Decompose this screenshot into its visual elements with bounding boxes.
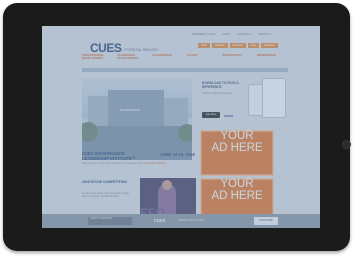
utility-bar: MEMBER LOGIN CART CONTACT SEARCH bbox=[192, 32, 277, 36]
hero-image[interactable]: STANFORD bbox=[82, 78, 192, 160]
utility-link-cart[interactable]: CART bbox=[222, 32, 230, 36]
hero-title[interactable]: CUES GOVERNANCE LEADERSHIP INSTITUTE™ bbox=[82, 151, 136, 161]
orange-nav-faq[interactable]: FAQ bbox=[247, 43, 260, 48]
story-text: Credit unions share their best ideas. Ap… bbox=[82, 192, 129, 198]
orange-nav-join[interactable]: JOIN bbox=[198, 43, 210, 48]
story-title[interactable]: 2018 NTCUE COMPETITION bbox=[82, 180, 132, 185]
utility-link-contact[interactable]: CONTACT bbox=[237, 32, 251, 36]
hero-learn-more-link[interactable]: LEARN MORE » bbox=[148, 162, 167, 165]
tablet-frame: MEMBER LOGIN CART CONTACT SEARCH CUES PO… bbox=[0, 0, 357, 279]
nav-item[interactable]: PROFESSIONAL DEVELOPMENT bbox=[82, 53, 113, 66]
orange-nav: JOIN RENEW EVENTS FAQ SEARCH bbox=[198, 43, 278, 48]
ad-placeholder[interactable]: YOUR AD HERE bbox=[200, 130, 274, 176]
hero-date: JUNE 13-15, 2018 bbox=[160, 152, 195, 157]
footer-logo: cues bbox=[154, 218, 166, 224]
building bbox=[88, 96, 110, 126]
footer-event-calendar[interactable]: EVENT CALENDAR bbox=[88, 217, 132, 225]
hero-sign: STANFORD bbox=[120, 108, 141, 112]
nav-item[interactable]: TALENT bbox=[187, 53, 218, 66]
nav-item[interactable]: GOVERNANCE bbox=[152, 53, 183, 66]
phone-mockup bbox=[248, 78, 288, 120]
footer-subscribe-button[interactable]: SUBSCRIBE bbox=[254, 217, 278, 225]
tree bbox=[178, 124, 192, 142]
cues-app-logo: cues bbox=[224, 113, 234, 118]
main-nav: PROFESSIONAL DEVELOPMENT LEADERSHIP DEVE… bbox=[82, 53, 288, 66]
site-logo[interactable]: CUES POTENTIAL REALIZED bbox=[90, 40, 158, 54]
orange-nav-search[interactable]: SEARCH bbox=[261, 43, 278, 48]
hero-caption: Designed for credit union directors to m… bbox=[82, 162, 167, 165]
orange-nav-renew[interactable]: RENEW bbox=[211, 43, 228, 48]
logo-tagline: POTENTIAL REALIZED bbox=[124, 48, 159, 52]
utility-link-login[interactable]: MEMBER LOGIN bbox=[192, 32, 215, 36]
orange-nav-events[interactable]: EVENTS bbox=[229, 43, 246, 48]
app-download-promo: DOWNLOAD TO PASS A REFERENCE Get the CUE… bbox=[202, 81, 239, 96]
nav-item[interactable]: MEMBERSHIP bbox=[257, 53, 288, 66]
nav-item[interactable]: INFORMATION bbox=[222, 53, 253, 66]
nav-item[interactable]: LEADERSHIP DEVELOPMENT bbox=[117, 53, 148, 66]
home-button[interactable] bbox=[342, 140, 351, 149]
tablet-screen: MEMBER LOGIN CART CONTACT SEARCH CUES PO… bbox=[42, 26, 320, 228]
sub-nav-bar bbox=[82, 68, 288, 72]
utility-link-search[interactable]: SEARCH bbox=[258, 32, 271, 36]
site-footer: EVENT CALENDAR cues CONNECT WITH CUES SU… bbox=[42, 214, 320, 228]
app-store-badge[interactable]: App Store bbox=[202, 112, 220, 118]
footer-connect[interactable]: CONNECT WITH CUES bbox=[178, 219, 204, 222]
